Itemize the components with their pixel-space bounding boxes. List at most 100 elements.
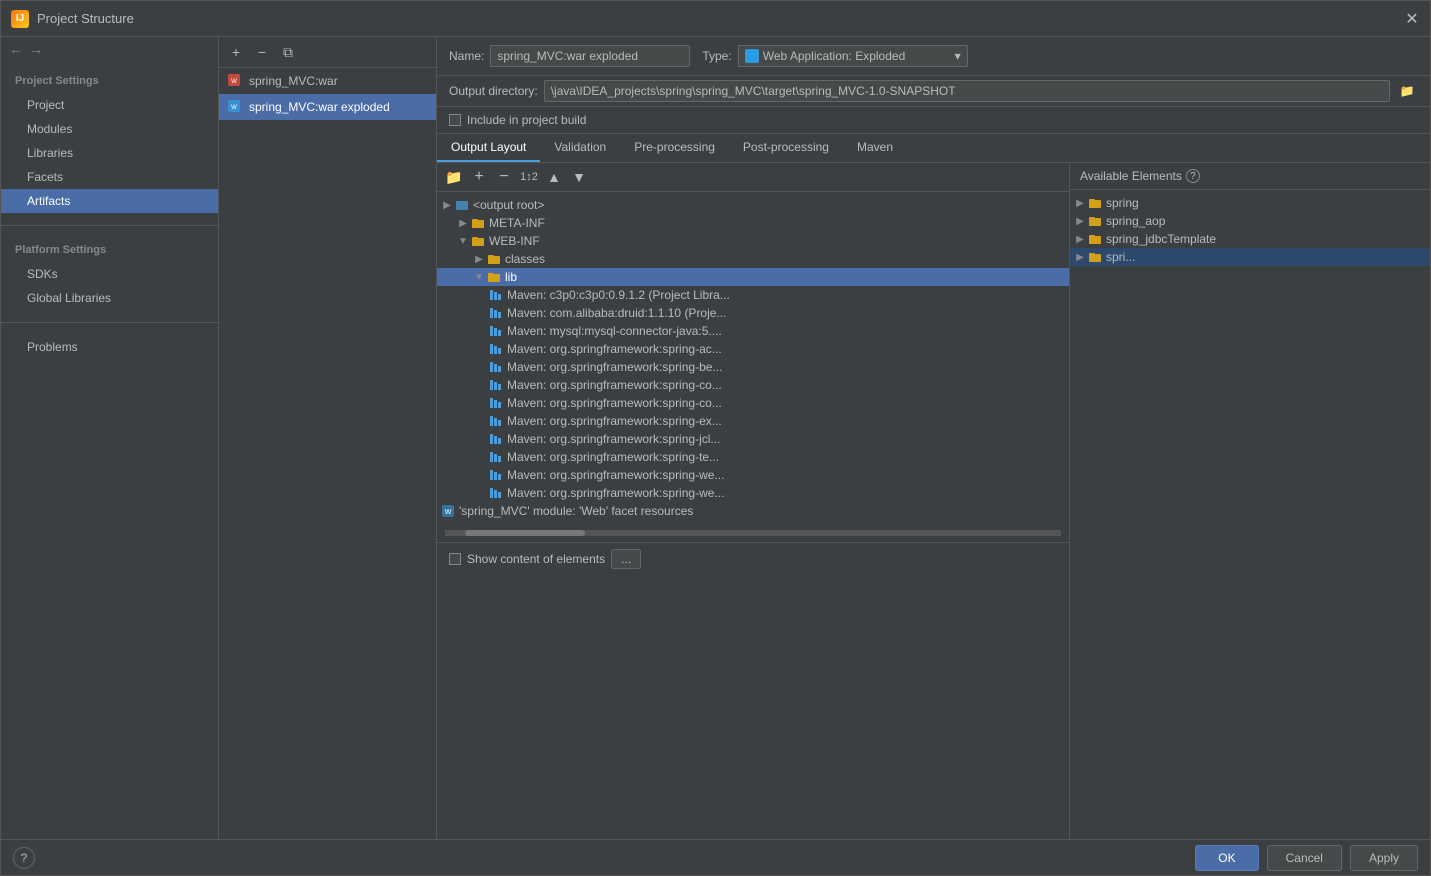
tree-scrollbar-area xyxy=(437,524,1069,542)
name-field-group: Name: xyxy=(449,45,690,67)
tree-node-c3p0[interactable]: Maven: c3p0:c3p0:0.9.1.2 (Project Libra.… xyxy=(437,286,1069,304)
remove-artifact-button[interactable]: − xyxy=(251,41,273,63)
window-title: Project Structure xyxy=(37,11,134,26)
show-content-row: Show content of elements ... xyxy=(449,549,1057,569)
tree-panel: 📁 + − 1↕2 ▲ ▼ ▶ <output root> xyxy=(437,163,1070,839)
nav-buttons: ← → xyxy=(1,37,218,61)
available-spri[interactable]: ▶ spri... xyxy=(1070,248,1430,266)
tree-up-button[interactable]: ▲ xyxy=(543,166,565,188)
copy-artifact-button[interactable]: ⧉ xyxy=(277,41,299,63)
tree-node-spring-te[interactable]: Maven: org.springframework:spring-te... xyxy=(437,448,1069,466)
sidebar-item-sdks[interactable]: SDKs xyxy=(1,262,218,286)
forward-button[interactable]: → xyxy=(29,41,43,57)
output-dir-input[interactable] xyxy=(544,80,1390,102)
meta-inf-label: META-INF xyxy=(489,216,545,230)
tree-node-spring-co1[interactable]: Maven: org.springframework:spring-co... xyxy=(437,376,1069,394)
tab-pre-processing[interactable]: Pre-processing xyxy=(620,134,729,162)
spring-te-label: Maven: org.springframework:spring-te... xyxy=(507,450,719,464)
spring-jcl-lib-icon xyxy=(489,432,503,446)
name-input[interactable] xyxy=(490,45,690,67)
sidebar-divider-2 xyxy=(1,322,218,323)
tree-folder-button[interactable]: 📁 xyxy=(443,166,465,188)
spring-co2-label: Maven: org.springframework:spring-co... xyxy=(507,396,722,410)
add-artifact-button[interactable]: + xyxy=(225,41,247,63)
meta-inf-folder-icon xyxy=(471,216,485,230)
type-dropdown-arrow: ▾ xyxy=(955,49,961,63)
sidebar-item-modules[interactable]: Modules xyxy=(1,117,218,141)
tree-node-spring-co2[interactable]: Maven: org.springframework:spring-co... xyxy=(437,394,1069,412)
tree-add-button[interactable]: + xyxy=(468,166,490,188)
tree-node-mysql[interactable]: Maven: mysql:mysql-connector-java:5.... xyxy=(437,322,1069,340)
output-root-icon xyxy=(455,198,469,212)
tree-node-spring-ex[interactable]: Maven: org.springframework:spring-ex... xyxy=(437,412,1069,430)
tree-node-web-inf[interactable]: ▼ WEB-INF xyxy=(437,232,1069,250)
available-elements-title: Available Elements ? xyxy=(1070,163,1430,190)
artifact-item-war-exploded[interactable]: W spring_MVC:war exploded xyxy=(219,94,436,120)
browse-output-dir-button[interactable]: 📁 xyxy=(1396,80,1418,102)
ok-button[interactable]: OK xyxy=(1195,845,1258,871)
cancel-button[interactable]: Cancel xyxy=(1267,845,1342,871)
sidebar: ← → Project Settings Project Modules Lib… xyxy=(1,37,219,839)
sidebar-item-libraries[interactable]: Libraries xyxy=(1,141,218,165)
available-title-text: Available Elements xyxy=(1080,169,1182,183)
name-label: Name: xyxy=(449,49,484,63)
tree-node-druid[interactable]: Maven: com.alibaba:druid:1.1.10 (Proje..… xyxy=(437,304,1069,322)
sidebar-item-global-libraries[interactable]: Global Libraries xyxy=(1,286,218,310)
include-label: Include in project build xyxy=(467,113,586,127)
tree-node-output-root[interactable]: ▶ <output root> xyxy=(437,196,1069,214)
project-settings-title: Project Settings xyxy=(1,69,218,93)
tree-node-classes[interactable]: ▶ classes xyxy=(437,250,1069,268)
tab-maven[interactable]: Maven xyxy=(843,134,907,162)
status-bar: ? OK Cancel Apply xyxy=(1,839,1430,875)
output-layout-content: 📁 + − 1↕2 ▲ ▼ ▶ <output root> xyxy=(437,163,1430,839)
app-icon: IJ xyxy=(11,10,29,28)
web-facet-icon: W xyxy=(441,504,455,518)
type-select[interactable]: 🌐 Web Application: Exploded ▾ xyxy=(738,45,968,67)
artifact-item-war[interactable]: W spring_MVC:war xyxy=(219,68,436,94)
status-right: OK Cancel Apply xyxy=(1195,845,1418,871)
tree-node-web-facet[interactable]: W 'spring_MVC' module: 'Web' facet resou… xyxy=(437,502,1069,520)
tree-node-spring-jcl[interactable]: Maven: org.springframework:spring-jcl... xyxy=(437,430,1069,448)
close-button[interactable]: ✕ xyxy=(1404,11,1420,27)
artifact-header: Name: Type: 🌐 Web Application: Exploded … xyxy=(437,37,1430,76)
tab-output-layout[interactable]: Output Layout xyxy=(437,134,540,162)
available-spring-aop[interactable]: ▶ spring_aop xyxy=(1070,212,1430,230)
tree-scrollbar-thumb[interactable] xyxy=(465,530,585,536)
classes-label: classes xyxy=(505,252,545,266)
tab-validation[interactable]: Validation xyxy=(540,134,620,162)
help-button[interactable]: ? xyxy=(13,847,35,869)
show-content-checkbox[interactable] xyxy=(449,553,461,565)
output-dir-row: Output directory: 📁 xyxy=(437,76,1430,107)
tree-node-lib[interactable]: ▼ lib xyxy=(437,268,1069,286)
tree-node-spring-ac[interactable]: Maven: org.springframework:spring-ac... xyxy=(437,340,1069,358)
available-spring[interactable]: ▶ spring xyxy=(1070,194,1430,212)
sidebar-item-artifacts[interactable]: Artifacts xyxy=(1,189,218,213)
svg-text:W: W xyxy=(231,79,237,85)
sidebar-item-facets[interactable]: Facets xyxy=(1,165,218,189)
web-inf-folder-icon xyxy=(471,234,485,248)
apply-button[interactable]: Apply xyxy=(1350,845,1418,871)
tab-post-processing[interactable]: Post-processing xyxy=(729,134,843,162)
tree-node-spring-we1[interactable]: Maven: org.springframework:spring-we... xyxy=(437,466,1069,484)
tree-sort-button[interactable]: 1↕2 xyxy=(518,166,540,188)
tree-remove-button[interactable]: − xyxy=(493,166,515,188)
sidebar-item-problems[interactable]: Problems xyxy=(1,335,218,359)
project-settings-section: Project Settings Project Modules Librari… xyxy=(1,61,218,221)
project-structure-window: IJ Project Structure ✕ ← → Project Setti… xyxy=(0,0,1431,876)
artifact-toolbar: + − ⧉ xyxy=(219,37,436,68)
available-spring-jdbc[interactable]: ▶ spring_jdbcTemplate xyxy=(1070,230,1430,248)
dots-button[interactable]: ... xyxy=(611,549,641,569)
tree-node-spring-we2[interactable]: Maven: org.springframework:spring-we... xyxy=(437,484,1069,502)
spring-we1-lib-icon xyxy=(489,468,503,482)
back-button[interactable]: ← xyxy=(9,41,23,57)
spring-we1-label: Maven: org.springframework:spring-we... xyxy=(507,468,724,482)
tree-node-spring-be[interactable]: Maven: org.springframework:spring-be... xyxy=(437,358,1069,376)
tree-scrollbar[interactable] xyxy=(445,530,1061,536)
available-help-icon[interactable]: ? xyxy=(1186,169,1200,183)
tree-down-button[interactable]: ▼ xyxy=(568,166,590,188)
include-checkbox[interactable] xyxy=(449,114,461,126)
sidebar-item-project[interactable]: Project xyxy=(1,93,218,117)
tree-node-meta-inf[interactable]: ▶ META-INF xyxy=(437,214,1069,232)
war-exploded-icon: W xyxy=(227,99,243,115)
expand-classes: ▶ xyxy=(473,253,485,265)
